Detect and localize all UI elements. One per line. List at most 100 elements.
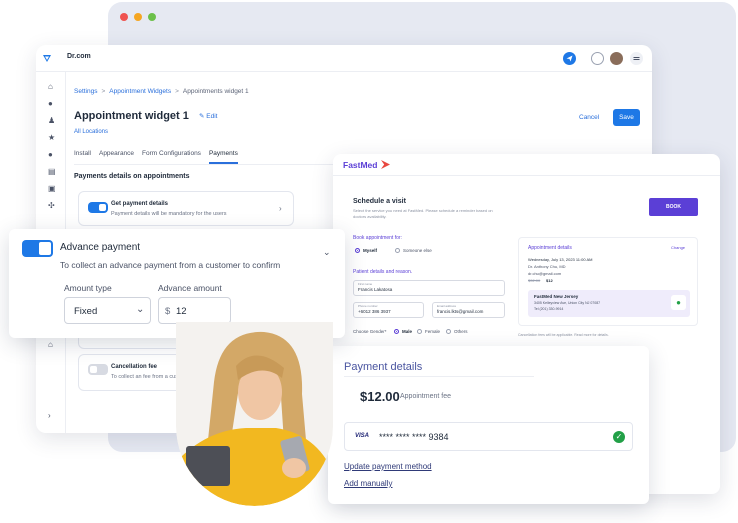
info-icon[interactable]: ●	[48, 151, 53, 159]
get-payment-title: Get payment details	[111, 201, 169, 207]
book-for-label: Book appointment for:	[353, 235, 402, 241]
fastmed-logo: FastMed	[343, 160, 378, 170]
cancellation-fee-toggle[interactable]	[88, 364, 108, 375]
maximize-window-dot[interactable]	[148, 13, 156, 21]
breadcrumb-appointment-widgets[interactable]: Appointment Widgets	[109, 88, 171, 95]
someone-else-radio[interactable]	[395, 248, 400, 253]
close-window-dot[interactable]	[120, 13, 128, 21]
book-button[interactable]: BOOK	[649, 198, 698, 216]
fastmed-header: FastMed	[333, 154, 720, 176]
tab-appearance[interactable]: Appearance	[99, 150, 134, 164]
someone-else-label: Someone else	[403, 248, 432, 253]
patient-name-field[interactable]: First name Francis Lakatosa	[353, 280, 505, 296]
all-locations-link[interactable]: All Locations	[74, 129, 108, 135]
add-manually-link[interactable]: Add manually	[344, 479, 392, 488]
select-chevron-icon: ⌄	[136, 304, 145, 315]
email-address-field[interactable]: Email address francis.lkts@gmail.com	[432, 302, 505, 318]
edit-label: Edit	[206, 113, 218, 120]
section-title: Payments details on appointments	[74, 173, 190, 180]
calendar-icon[interactable]: ▤	[48, 168, 56, 176]
menu-icon[interactable]	[630, 52, 643, 65]
user-icon[interactable]: ♟	[48, 117, 55, 125]
saved-card-row[interactable]: VISA **** **** **** 9384 ✓	[344, 422, 633, 451]
tab-divider	[74, 164, 334, 165]
cancellation-disclaimer: Cancellation fees will be applicable. Re…	[518, 333, 609, 337]
get-payment-toggle[interactable]	[88, 202, 108, 213]
female-radio[interactable]	[417, 329, 422, 334]
patient-details-label: Patient details and reason.	[353, 269, 413, 275]
breadcrumb-settings[interactable]: Settings	[74, 88, 98, 95]
chat-icon[interactable]: ●	[48, 100, 53, 108]
advance-amount-label: Advance amount	[158, 283, 222, 293]
user-avatar[interactable]	[610, 52, 623, 65]
map-pin-icon[interactable]: ●	[671, 295, 686, 310]
tab-payments[interactable]: Payments	[208, 150, 238, 164]
payment-title-divider	[344, 376, 534, 377]
phone-field-label: Phone number	[358, 304, 378, 308]
patient-name-field-label: First name	[358, 282, 373, 286]
appointment-datetime: Wednesday, July 13, 2023 11:00 AM	[528, 257, 593, 262]
advance-payment-toggle[interactable]	[22, 240, 53, 257]
advance-payment-title: Advance payment	[60, 242, 141, 253]
settings-icon[interactable]: ✣	[48, 202, 55, 210]
get-payment-card[interactable]: Get payment details Payment details will…	[78, 191, 294, 226]
advance-amount-value: 12	[176, 306, 187, 317]
location-box: FastMed New Jersey 3405 Kelleyview Ave, …	[528, 290, 690, 317]
payment-amount: $12.00	[360, 389, 400, 404]
payment-details-title: Payment details	[344, 361, 423, 373]
payment-amount-label: Appointment fee	[400, 393, 451, 400]
cancel-button[interactable]: Cancel	[579, 114, 599, 121]
visa-icon: VISA	[355, 433, 370, 439]
myself-radio[interactable]	[355, 248, 360, 253]
phone-number-field[interactable]: Phone number +6012 386 3937	[353, 302, 424, 318]
tab-form-configurations[interactable]: Form Configurations	[142, 150, 201, 164]
doctor-name: Dr. Anthony Chu, MD	[528, 264, 566, 269]
star-icon[interactable]: ★	[48, 134, 55, 142]
app-top-bar: Dr.com	[36, 45, 652, 72]
image-icon[interactable]: ▣	[48, 185, 56, 193]
male-label: Male	[402, 329, 413, 334]
female-label: Female	[425, 329, 441, 334]
check-icon: ✓	[613, 431, 625, 443]
payment-details-card: Payment details $12.00 Appointment fee V…	[328, 346, 649, 504]
male-radio[interactable]	[394, 329, 399, 334]
chevron-down-icon[interactable]: ⌄	[323, 247, 331, 258]
page-title: Appointment widget 1	[74, 110, 189, 122]
gender-label: Choose Gender*	[353, 329, 387, 334]
amount-type-select[interactable]: Fixed ⌄	[64, 297, 151, 324]
patient-name-value: Francis Lakatosa	[358, 287, 393, 292]
old-price: $32.00	[528, 278, 541, 283]
amount-type-label: Amount type	[64, 283, 112, 293]
others-label: Others	[454, 329, 468, 334]
expand-sidebar-icon[interactable]: ›	[48, 412, 51, 420]
help-icon[interactable]	[591, 52, 604, 65]
home-secondary-icon[interactable]: ⌂	[48, 341, 53, 349]
doctor-email: dr.chu@gmail.com	[528, 271, 562, 276]
change-link[interactable]: Change	[671, 245, 685, 250]
others-radio[interactable]	[446, 329, 451, 334]
chevron-right-icon: ›	[279, 204, 282, 213]
app-brand: Dr.com	[67, 53, 91, 60]
tab-install[interactable]: Install	[74, 150, 91, 164]
woman-photo	[176, 322, 333, 506]
myself-label: Myself	[363, 248, 378, 253]
fastmed-logo-icon	[381, 160, 390, 169]
get-payment-subtitle: Payment details will be mandatory for th…	[111, 211, 227, 217]
amount-type-value: Fixed	[74, 306, 98, 317]
advance-amount-input[interactable]: $ 12	[158, 297, 231, 324]
email-field-label: Email address	[437, 304, 457, 308]
schedule-description-line1: Select the service you need at FastMed. …	[353, 208, 493, 213]
app-logo-icon	[43, 55, 51, 62]
save-button[interactable]: Save	[613, 109, 640, 126]
update-payment-method-link[interactable]: Update payment method	[344, 462, 432, 471]
card-number: **** **** **** 9384	[379, 432, 449, 442]
location-name: FastMed New Jersey	[534, 294, 579, 299]
cancellation-fee-title: Cancellation fee	[111, 364, 158, 370]
schedule-title: Schedule a visit	[353, 198, 406, 205]
minimize-window-dot[interactable]	[134, 13, 142, 21]
send-icon[interactable]	[563, 52, 576, 65]
edit-link[interactable]: ✎ Edit	[199, 112, 217, 120]
schedule-description-line2: doctors availability.	[353, 214, 387, 219]
location-phone: Tel (201) 330-9914	[534, 307, 564, 311]
home-icon[interactable]: ⌂	[48, 83, 53, 91]
